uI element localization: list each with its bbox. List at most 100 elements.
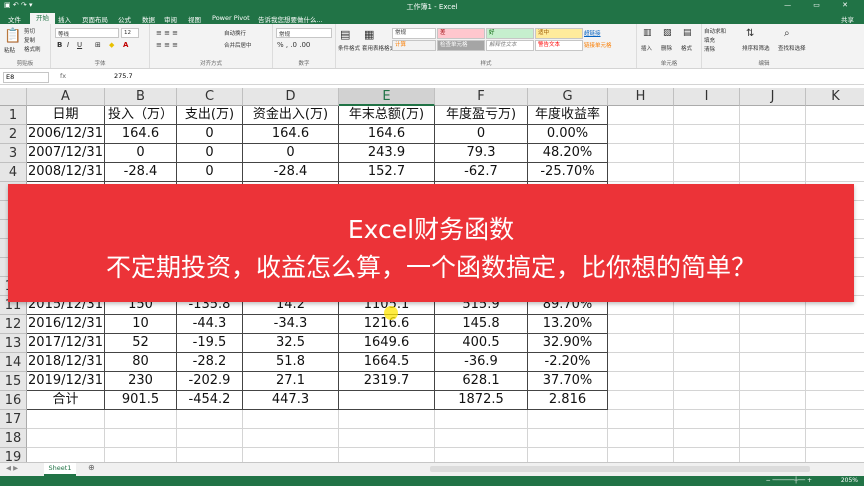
- table-cell[interactable]: 资金出入(万): [243, 106, 339, 125]
- table-cell[interactable]: [608, 125, 674, 144]
- table-cell[interactable]: [674, 353, 740, 372]
- table-cell[interactable]: [806, 429, 864, 448]
- conditional-format-icon[interactable]: ▤: [340, 28, 350, 41]
- table-cell[interactable]: [608, 391, 674, 410]
- table-cell[interactable]: 0.00%: [528, 125, 608, 144]
- delete-cells-button[interactable]: 删除: [661, 44, 672, 52]
- fill-button[interactable]: 填充: [704, 36, 715, 44]
- sort-filter-icon[interactable]: ⇅: [746, 28, 754, 39]
- table-cell[interactable]: 年度收益率: [528, 106, 608, 125]
- tab-insert[interactable]: 插入: [58, 14, 71, 24]
- tell-me-search[interactable]: 告诉我您想要做什么...: [258, 14, 323, 24]
- table-cell[interactable]: 400.5: [435, 334, 528, 353]
- table-cell[interactable]: [674, 372, 740, 391]
- table-cell[interactable]: 164.6: [105, 125, 177, 144]
- italic-button[interactable]: I: [67, 41, 69, 49]
- table-cell[interactable]: 48.20%: [528, 144, 608, 163]
- sheet-nav-icon[interactable]: ◀ ▶: [6, 464, 18, 472]
- autosum-button[interactable]: 自动求和: [704, 27, 726, 35]
- table-cell[interactable]: -28.2: [177, 353, 243, 372]
- tab-data[interactable]: 数据: [142, 14, 155, 24]
- table-cell[interactable]: 1872.5: [435, 391, 528, 410]
- cut-button[interactable]: 剪切: [24, 27, 35, 35]
- style-normal[interactable]: 常规: [392, 28, 436, 39]
- column-header[interactable]: K: [806, 88, 864, 106]
- table-cell[interactable]: 0: [435, 125, 528, 144]
- style-calculation[interactable]: 计算: [392, 40, 436, 51]
- tab-home[interactable]: 开始: [30, 13, 55, 24]
- table-cell[interactable]: [806, 315, 864, 334]
- table-cell[interactable]: -62.7: [435, 163, 528, 182]
- column-header[interactable]: F: [435, 88, 528, 106]
- table-cell[interactable]: [806, 106, 864, 125]
- table-cell[interactable]: [177, 410, 243, 429]
- paste-button[interactable]: 粘贴: [4, 46, 15, 54]
- table-cell[interactable]: 2.816: [528, 391, 608, 410]
- table-cell[interactable]: [674, 410, 740, 429]
- table-cell[interactable]: [806, 410, 864, 429]
- style-check-cell[interactable]: 检查单元格: [437, 40, 485, 51]
- align-top-icon[interactable]: ≡ ≡ ≡: [156, 29, 178, 37]
- format-cells-button[interactable]: 格式: [681, 44, 692, 52]
- table-cell[interactable]: 2008/12/31: [27, 163, 105, 182]
- table-cell[interactable]: [105, 429, 177, 448]
- table-cell[interactable]: 2319.7: [339, 372, 435, 391]
- style-explanatory[interactable]: 解释性文本: [486, 40, 534, 51]
- table-cell[interactable]: [806, 144, 864, 163]
- row-header[interactable]: 12: [0, 315, 27, 334]
- table-cell[interactable]: [740, 391, 806, 410]
- row-header[interactable]: 2: [0, 125, 27, 144]
- tab-review[interactable]: 审阅: [164, 14, 177, 24]
- table-cell[interactable]: 2016/12/31: [27, 315, 105, 334]
- table-cell[interactable]: [177, 429, 243, 448]
- table-cell[interactable]: 2007/12/31: [27, 144, 105, 163]
- sheet-tab-sheet1[interactable]: Sheet1: [44, 463, 76, 476]
- style-good[interactable]: 好: [486, 28, 534, 39]
- table-cell[interactable]: 2006/12/31: [27, 125, 105, 144]
- table-cell[interactable]: 0: [177, 125, 243, 144]
- sort-filter-button[interactable]: 排序和筛选: [742, 44, 770, 52]
- table-cell[interactable]: 13.20%: [528, 315, 608, 334]
- table-cell[interactable]: [674, 391, 740, 410]
- tab-file[interactable]: 文件: [8, 14, 21, 24]
- table-cell[interactable]: [674, 163, 740, 182]
- zoom-slider[interactable]: − ──────┼── +: [766, 477, 812, 484]
- find-select-button[interactable]: 查找和选择: [778, 44, 806, 52]
- row-header[interactable]: 17: [0, 410, 27, 429]
- format-painter-button[interactable]: 格式刷: [24, 45, 41, 53]
- table-cell[interactable]: 0: [105, 144, 177, 163]
- formula-input[interactable]: 275.7: [114, 72, 133, 80]
- table-cell[interactable]: [608, 315, 674, 334]
- window-controls[interactable]: — ▭ ✕: [784, 1, 858, 9]
- table-cell[interactable]: [339, 429, 435, 448]
- table-cell[interactable]: [528, 410, 608, 429]
- delete-cells-icon[interactable]: ▧: [663, 28, 672, 38]
- table-cell[interactable]: [674, 334, 740, 353]
- table-cell[interactable]: [608, 372, 674, 391]
- table-cell[interactable]: -36.9: [435, 353, 528, 372]
- table-cell[interactable]: [27, 429, 105, 448]
- table-cell[interactable]: -454.2: [177, 391, 243, 410]
- style-linked-cell[interactable]: 链接单元格: [584, 41, 612, 49]
- table-cell[interactable]: [528, 429, 608, 448]
- table-cell[interactable]: [740, 372, 806, 391]
- table-cell[interactable]: 243.9: [339, 144, 435, 163]
- bold-button[interactable]: B: [57, 41, 62, 49]
- merge-center-button[interactable]: 合并后居中: [224, 41, 252, 49]
- table-cell[interactable]: 年度盈亏万): [435, 106, 528, 125]
- table-cell[interactable]: [806, 372, 864, 391]
- table-cell[interactable]: 27.1: [243, 372, 339, 391]
- table-cell[interactable]: 901.5: [105, 391, 177, 410]
- table-cell[interactable]: [105, 410, 177, 429]
- table-cell[interactable]: [608, 410, 674, 429]
- table-cell[interactable]: 0: [177, 163, 243, 182]
- table-cell[interactable]: [608, 163, 674, 182]
- style-hyperlink[interactable]: 超链接: [584, 29, 601, 37]
- table-cell[interactable]: 2017/12/31: [27, 334, 105, 353]
- table-cell[interactable]: [339, 410, 435, 429]
- table-cell[interactable]: [608, 334, 674, 353]
- table-cell[interactable]: -2.20%: [528, 353, 608, 372]
- table-cell[interactable]: [740, 106, 806, 125]
- column-header[interactable]: A: [27, 88, 105, 106]
- table-cell[interactable]: [27, 410, 105, 429]
